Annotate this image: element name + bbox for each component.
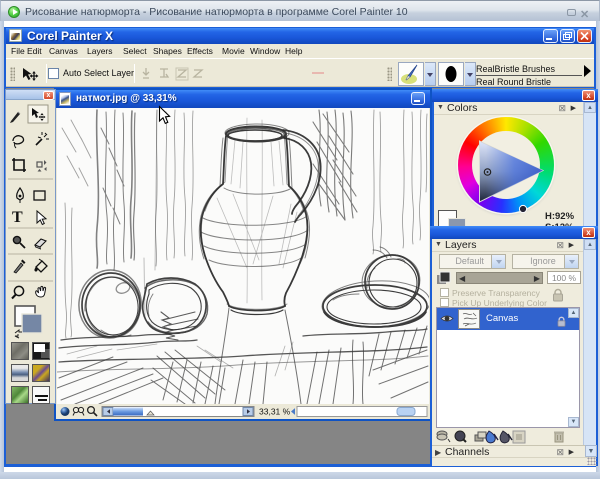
- svg-text:T: T: [12, 209, 23, 226]
- svg-text:33,31 %: 33,31 %: [259, 407, 291, 417]
